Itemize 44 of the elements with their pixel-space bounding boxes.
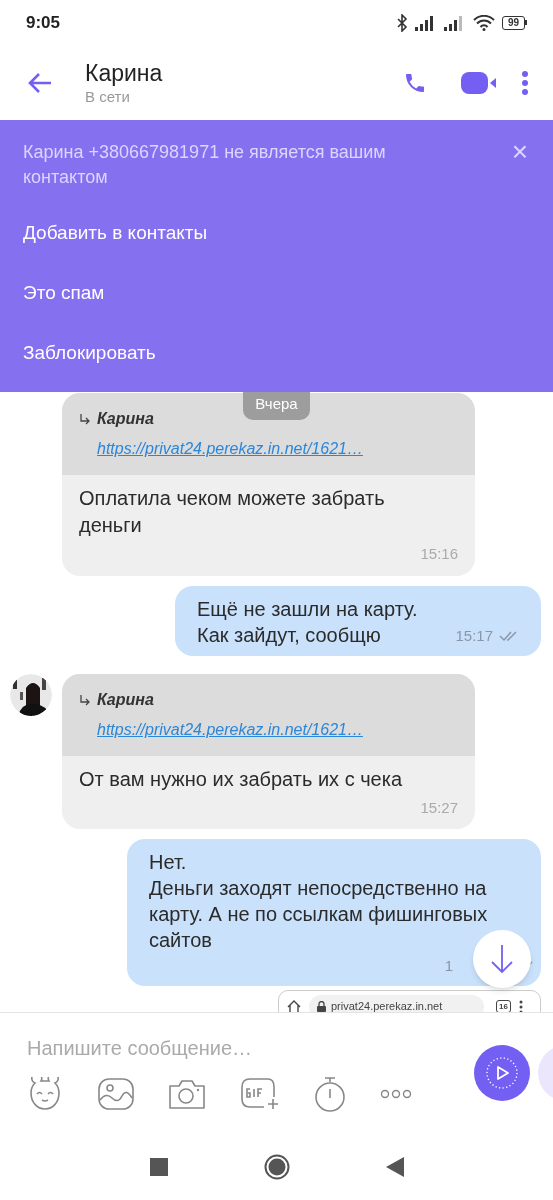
gallery-icon[interactable] xyxy=(98,1078,134,1110)
camera-icon[interactable] xyxy=(168,1078,206,1110)
presence-status: В сети xyxy=(85,86,131,107)
message-time: 15:27 xyxy=(420,797,458,818)
reply-arrow-icon xyxy=(79,693,91,706)
banner-notice: Карина +380667981971 не является вашим контактом xyxy=(23,141,387,189)
contact-name: Карина xyxy=(85,58,164,87)
back-icon[interactable] xyxy=(385,1156,404,1177)
quote-author: Карина xyxy=(97,689,154,710)
more-icon[interactable] xyxy=(380,1089,412,1099)
send-button[interactable] xyxy=(474,1045,530,1101)
banner-action[interactable]: Добавить в контакты xyxy=(23,203,530,263)
battery-icon: 99 xyxy=(501,15,527,30)
home-icon xyxy=(287,999,301,1012)
banner-action[interactable]: Это спам xyxy=(23,263,530,323)
date-chip: Вчера xyxy=(243,392,310,420)
play-icon xyxy=(485,1056,519,1090)
close-button[interactable]: × xyxy=(509,140,530,164)
video-camera-icon xyxy=(461,70,497,95)
message-input[interactable]: Напишите сообщение… xyxy=(27,1033,447,1063)
quote-author: Карина xyxy=(97,409,154,429)
down-arrow-icon xyxy=(490,943,514,974)
lock-icon xyxy=(317,1001,326,1012)
message-text: Оплатила чеком можете забрать деньги xyxy=(79,486,386,538)
recents-icon[interactable] xyxy=(149,1157,168,1176)
message-text: От вам нужно их забрать их с чека xyxy=(79,766,404,792)
message-text: Нет. Деньги заходят непосредственно на карту. А не по ссылкам фишинговых сайтов xyxy=(149,850,489,953)
back-arrow-icon xyxy=(27,71,53,94)
banner-action[interactable]: Заблокировать xyxy=(23,323,530,383)
home-icon[interactable] xyxy=(263,1153,290,1180)
wifi-icon xyxy=(472,14,495,31)
menu-icon xyxy=(522,70,528,95)
message-time: 1 xyxy=(444,956,453,976)
message-text: Ещё не зашли на карту. Как зайдут, сообщю xyxy=(197,596,418,648)
message-time: 15:17 xyxy=(455,626,493,646)
bluetooth-icon xyxy=(395,13,408,32)
message-time: 15:16 xyxy=(420,544,458,564)
reply-arrow-icon xyxy=(79,413,91,425)
link[interactable]: https://privat24.perekaz.in.net/1621… xyxy=(79,431,458,461)
url-text: privat24.perekaz.in.net xyxy=(331,999,443,1012)
gif-icon[interactable] xyxy=(240,1077,280,1111)
timer-icon[interactable] xyxy=(314,1076,346,1112)
status-time: 9:05 xyxy=(26,11,61,34)
link[interactable]: https://privat24.perekaz.in.net/1621… xyxy=(79,711,458,742)
